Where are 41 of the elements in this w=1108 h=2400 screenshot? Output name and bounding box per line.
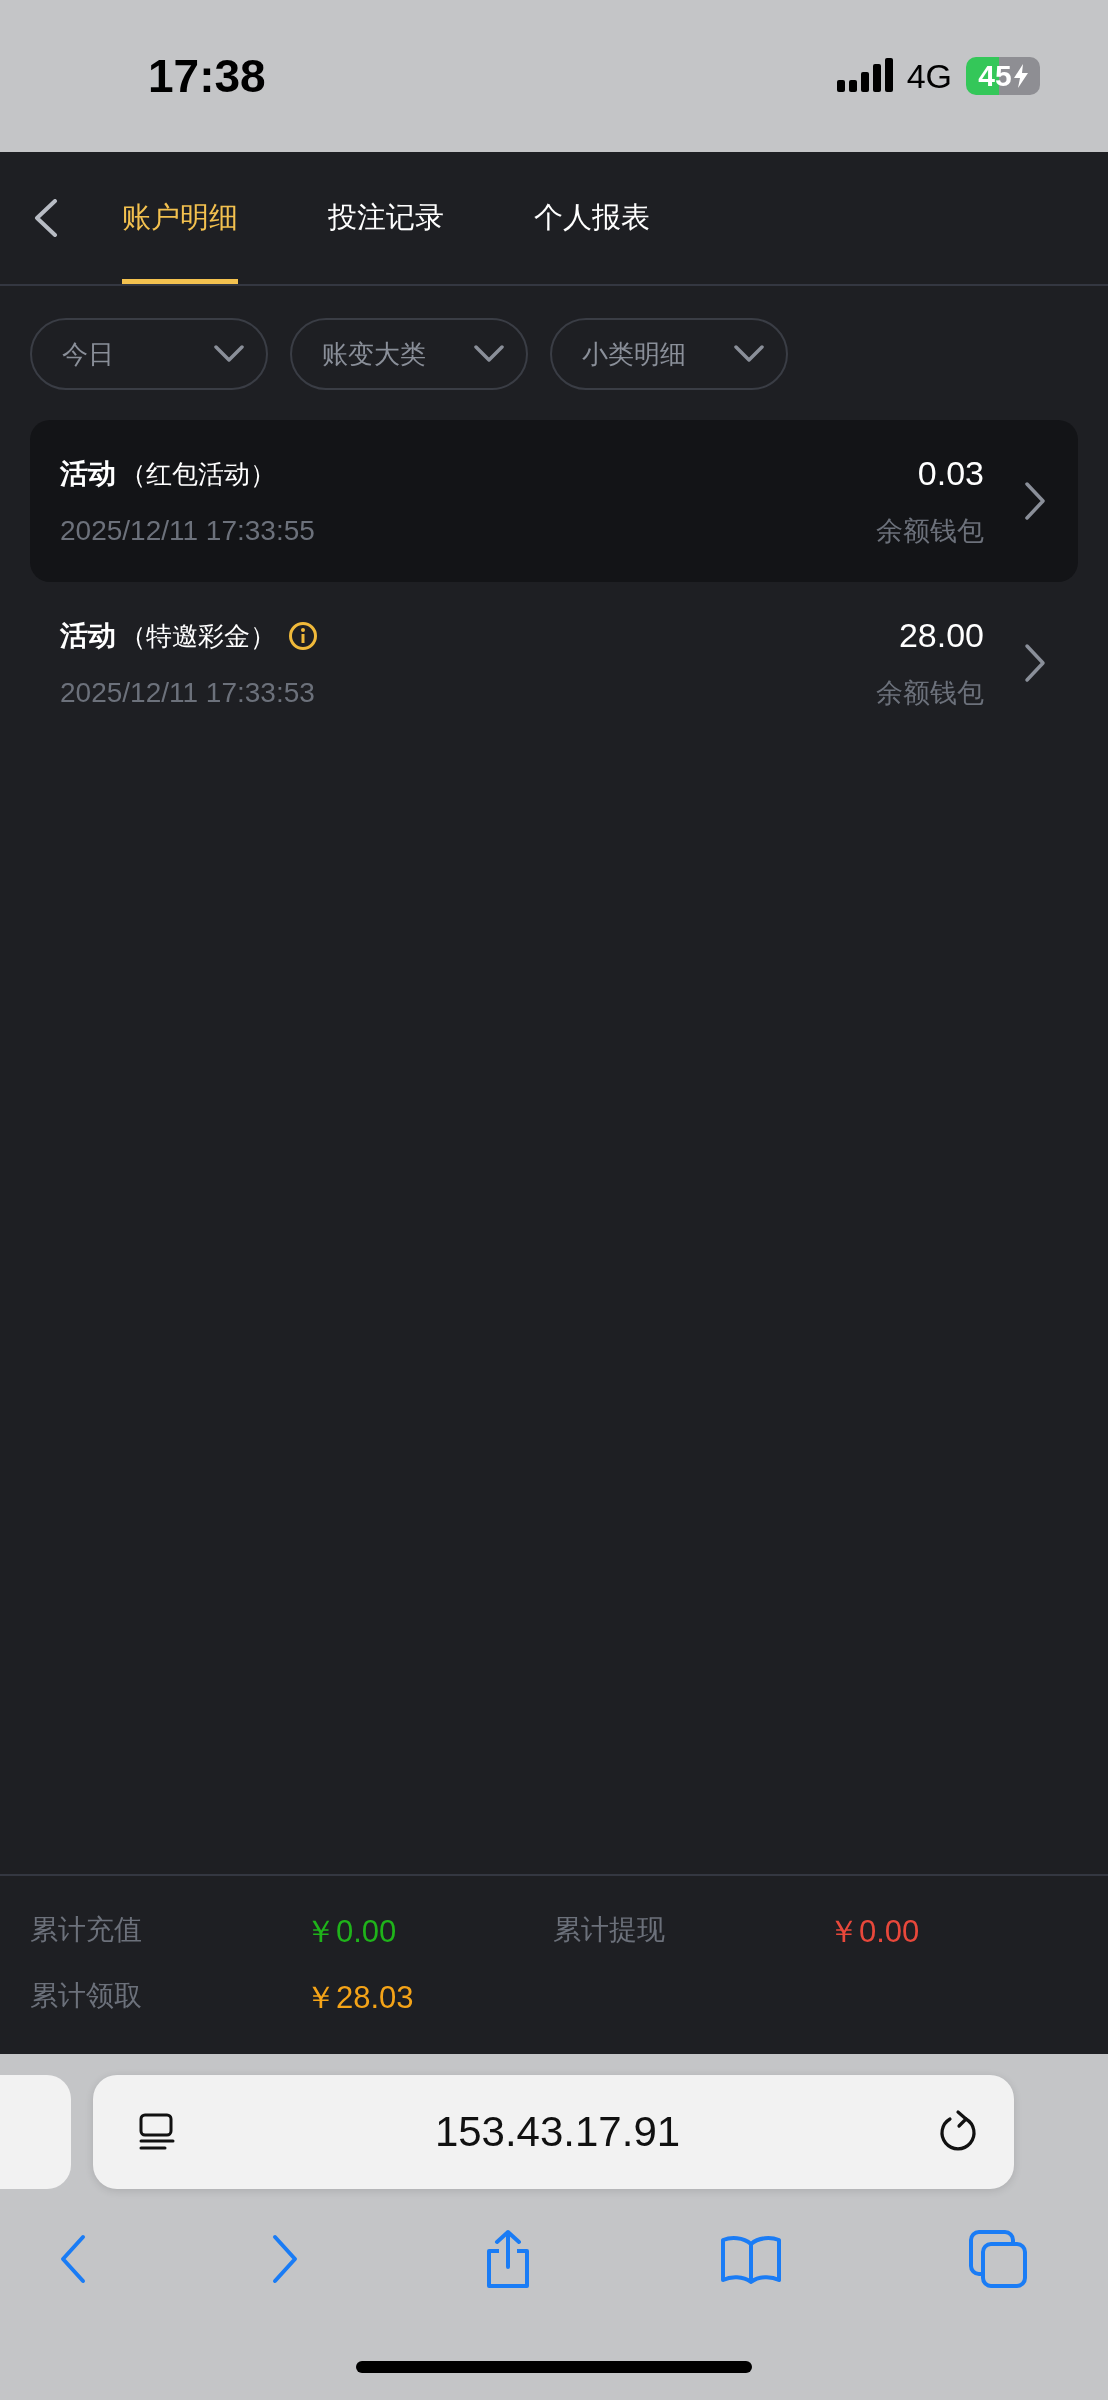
- summary-value: ￥0.00: [828, 1913, 921, 1951]
- chevron-down-icon: [474, 345, 504, 363]
- tab[interactable]: 投注记录: [328, 152, 444, 284]
- record-amount: 28.00: [898, 615, 984, 655]
- chevron-down-icon: [734, 345, 764, 363]
- status-time: 17:38: [148, 49, 266, 103]
- chevron-right-icon: [1024, 643, 1046, 683]
- info-icon[interactable]: [288, 621, 318, 651]
- record-detail: （特邀彩金）: [120, 619, 276, 653]
- record-time: 2025/12/11 17:33:55: [60, 515, 316, 547]
- signal-icon: [836, 58, 893, 94]
- chevron-down-icon: [214, 345, 244, 363]
- filter-dropdown[interactable]: 今日: [30, 318, 268, 390]
- tab[interactable]: 账户明细: [122, 152, 238, 284]
- battery-icon: 45: [966, 57, 1040, 95]
- network-label: 4G: [906, 56, 952, 96]
- bookmarks-icon[interactable]: [718, 2234, 783, 2284]
- tab-preview[interactable]: [0, 2075, 71, 2189]
- summary-value: ￥0.00: [305, 1913, 398, 1951]
- filter-dropdown[interactable]: 账变大类: [290, 318, 528, 390]
- tab[interactable]: 个人报表: [534, 152, 650, 284]
- record-amount: 0.03: [917, 453, 984, 493]
- summary-label: 累计领取: [30, 1978, 143, 2014]
- chevron-right-icon: [1024, 481, 1046, 521]
- filter-dropdown[interactable]: 小类明细: [550, 318, 788, 390]
- record-time: 2025/12/11 17:33:53: [60, 677, 316, 709]
- tabs-icon[interactable]: [968, 2229, 1028, 2289]
- summary-label: 累计提现: [553, 1912, 666, 1948]
- record-detail: （红包活动）: [120, 457, 276, 491]
- summary-value: ￥28.03: [305, 1979, 415, 2017]
- record-wallet: 余额钱包: [876, 675, 984, 710]
- record-row[interactable]: 活动（特邀彩金） 2025/12/11 17:33:53 28.00 余额钱包: [30, 582, 1078, 744]
- record-wallet: 余额钱包: [876, 513, 984, 548]
- summary-label: 累计充值: [30, 1912, 143, 1948]
- address-bar[interactable]: 153.43.17.91: [93, 2075, 1014, 2189]
- record-row[interactable]: 活动（红包活动） 2025/12/11 17:33:55 0.03 余额钱包: [30, 420, 1078, 582]
- forward-icon[interactable]: [271, 2234, 298, 2284]
- reader-icon[interactable]: [137, 2112, 177, 2152]
- record-category: 活动: [60, 456, 116, 492]
- record-category: 活动: [60, 618, 116, 654]
- back-icon[interactable]: [34, 199, 58, 237]
